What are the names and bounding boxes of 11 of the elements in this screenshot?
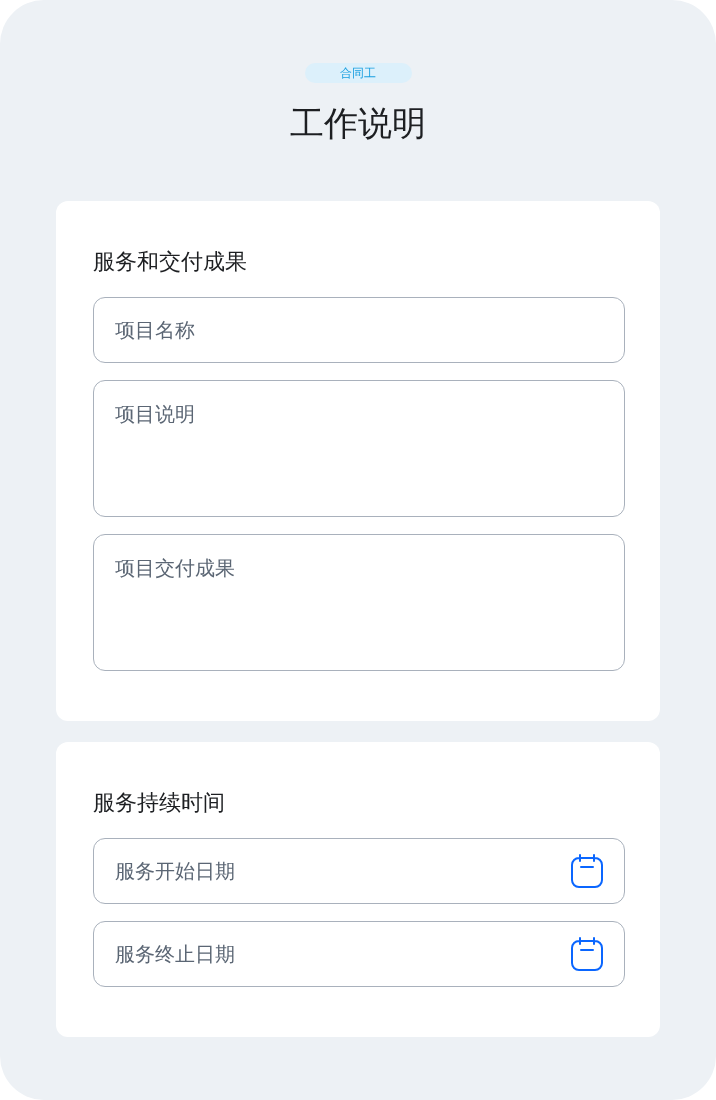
- text-field[interactable]: 项目名称: [93, 297, 625, 363]
- category-badge: 合同工: [304, 63, 412, 83]
- date-field[interactable]: 服务开始日期: [93, 838, 625, 904]
- text-area[interactable]: 项目说明: [93, 380, 625, 517]
- calendar-icon[interactable]: [571, 854, 603, 888]
- page-title: 工作说明: [290, 103, 426, 144]
- date-field[interactable]: 服务终止日期: [93, 921, 625, 987]
- text-area[interactable]: 项目交付成果: [93, 534, 625, 671]
- section-heading: 服务和交付成果: [93, 248, 248, 276]
- section-heading: 服务持续时间: [93, 789, 226, 817]
- calendar-icon[interactable]: [571, 937, 603, 971]
